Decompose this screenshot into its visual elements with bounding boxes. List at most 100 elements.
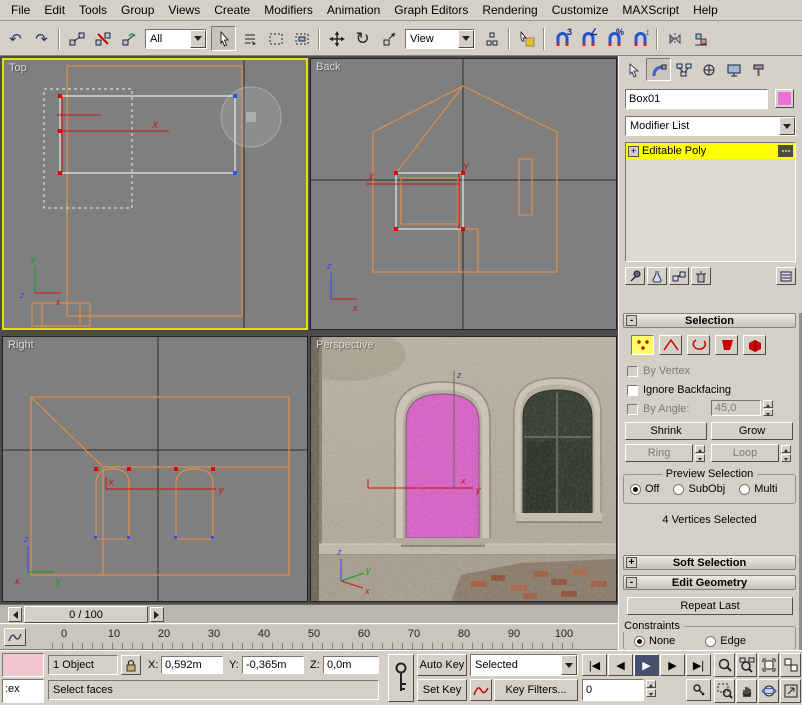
go-to-end-button[interactable]: ▶| [686, 654, 711, 676]
element-mode-button[interactable] [743, 335, 766, 355]
go-to-start-button[interactable]: |◀ [582, 654, 607, 676]
mini-curve-editor-button[interactable] [4, 628, 26, 646]
menu-help[interactable]: Help [686, 1, 725, 19]
key-mode-dropdown[interactable]: Selected [470, 654, 578, 676]
zoom-extents-all-button[interactable] [780, 653, 801, 677]
coord-z-field[interactable]: 0,0m [323, 656, 379, 674]
preview-off-radio[interactable] [630, 483, 641, 495]
by-vertex-checkbox[interactable]: By Vertex [627, 364, 690, 378]
next-frame-button[interactable]: ▶ [660, 654, 685, 676]
object-color-swatch[interactable] [775, 89, 794, 108]
tab-motion[interactable] [696, 58, 721, 81]
zoom-extents-button[interactable] [758, 653, 779, 677]
stack-item-editable-poly[interactable]: + Editable Poly [626, 143, 795, 159]
checkbox-box[interactable] [627, 403, 638, 415]
viewport-top[interactable]: X y x z Top [2, 58, 308, 330]
menu-edit[interactable]: Edit [37, 1, 72, 19]
reference-coordinate-dropdown[interactable]: View [405, 28, 475, 49]
by-angle-checkbox[interactable]: By Angle: [627, 402, 689, 416]
back-viewport-canvas[interactable]: X Y z x [311, 59, 616, 329]
viewport-label[interactable]: Perspective [316, 339, 373, 351]
percent-snap-button[interactable]: % [601, 26, 626, 51]
modifier-stack-list[interactable]: + Editable Poly [625, 142, 796, 262]
checkbox-box[interactable] [627, 384, 638, 396]
configure-modifier-sets-button[interactable] [776, 267, 796, 285]
unlink-selection-button[interactable] [90, 26, 115, 51]
dropdown-arrow-icon[interactable] [779, 117, 795, 135]
set-key-button[interactable]: Set Key [417, 679, 467, 701]
border-mode-button[interactable] [687, 335, 710, 355]
selection-rollout-header[interactable]: - Selection [623, 313, 796, 328]
tab-display[interactable] [721, 58, 746, 81]
right-viewport-canvas[interactable]: x y z y x [3, 337, 307, 601]
tab-hierarchy[interactable] [671, 58, 696, 81]
spinner-snap-button[interactable]: ↕ [627, 26, 652, 51]
repeat-last-button[interactable]: Repeat Last [627, 597, 793, 615]
make-unique-button[interactable] [669, 267, 689, 285]
maxscript-mini-listener[interactable]: :ex [2, 679, 44, 703]
tab-modify[interactable] [646, 58, 671, 81]
time-slider-track[interactable]: 0 / 100 [0, 604, 618, 624]
edge-mode-button[interactable] [659, 335, 682, 355]
viewport-right[interactable]: x y z y x Right [2, 336, 308, 602]
constraint-none-radio[interactable] [634, 635, 645, 647]
coord-x-field[interactable]: 0,592m [161, 656, 223, 674]
menu-views[interactable]: Views [161, 1, 207, 19]
zoom-button[interactable] [714, 653, 735, 677]
align-button[interactable] [688, 26, 713, 51]
select-object-button[interactable] [211, 26, 236, 51]
play-button[interactable]: ▶ [634, 654, 659, 676]
arc-rotate-button[interactable] [758, 679, 779, 703]
redo-button[interactable]: ↷ [29, 26, 54, 51]
viewport-label[interactable]: Right [8, 339, 34, 351]
undo-button[interactable]: ↶ [3, 26, 28, 51]
pin-stack-button[interactable] [625, 267, 645, 285]
angle-snap-button[interactable]: ∠ [575, 26, 600, 51]
menu-animation[interactable]: Animation [320, 1, 387, 19]
track-bar[interactable]: 0 10 20 30 40 50 60 70 80 90 100 [0, 625, 618, 650]
set-keys-button[interactable] [388, 654, 414, 702]
edit-geometry-rollout-header[interactable]: - Edit Geometry [623, 575, 796, 590]
time-slider-right-arrow[interactable] [150, 607, 164, 622]
bind-to-space-warp-button[interactable] [116, 26, 141, 51]
selection-filter-dropdown[interactable]: All [145, 28, 207, 49]
select-and-manipulate-button[interactable] [514, 26, 539, 51]
zoom-all-button[interactable] [736, 653, 757, 677]
tab-utilities[interactable] [746, 58, 771, 81]
viewport-back[interactable]: X Y z x Back [310, 58, 617, 330]
mirror-button[interactable] [662, 26, 687, 51]
select-and-rotate-button[interactable]: ↻ [350, 26, 375, 51]
checkbox-box[interactable] [627, 365, 638, 377]
default-in-out-tangents-button[interactable] [470, 679, 492, 701]
use-pivot-center-button[interactable] [479, 26, 504, 51]
time-slider-handle[interactable]: 0 / 100 [24, 606, 148, 623]
show-end-result-button[interactable] [647, 267, 667, 285]
dropdown-arrow-icon[interactable] [458, 29, 474, 48]
select-by-name-button[interactable] [237, 26, 262, 51]
viewport-label[interactable]: Back [316, 61, 340, 73]
zoom-region-button[interactable] [714, 679, 735, 703]
menu-tools[interactable]: Tools [72, 1, 114, 19]
preview-subobj-radio[interactable] [673, 483, 685, 495]
preview-multi-radio[interactable] [739, 483, 751, 495]
min-max-toggle-button[interactable] [780, 679, 801, 703]
coord-y-field[interactable]: -0,365m [242, 656, 304, 674]
auto-key-button[interactable]: Auto Key [417, 654, 467, 676]
shrink-button[interactable]: Shrink [625, 422, 707, 440]
snaps-toggle-button[interactable]: 3 [549, 26, 574, 51]
pan-button[interactable] [736, 679, 757, 703]
previous-frame-button[interactable]: ◀ [608, 654, 633, 676]
perspective-viewport-canvas[interactable]: z x y x y z [311, 337, 616, 601]
loop-spinner[interactable] [781, 445, 791, 462]
ring-button[interactable]: Ring [625, 444, 693, 462]
polygon-mode-button[interactable] [715, 335, 738, 355]
select-and-link-button[interactable] [64, 26, 89, 51]
modifier-list-dropdown[interactable]: Modifier List [625, 116, 796, 136]
tab-create[interactable] [621, 58, 646, 81]
ignore-backfacing-checkbox[interactable]: Ignore Backfacing [627, 383, 731, 397]
dropdown-arrow-icon[interactable] [190, 29, 206, 48]
key-filters-button[interactable]: Key Filters... [494, 679, 578, 701]
menu-customize[interactable]: Customize [545, 1, 616, 19]
select-and-move-button[interactable] [324, 26, 349, 51]
object-name-field[interactable]: Box01 [625, 89, 768, 109]
